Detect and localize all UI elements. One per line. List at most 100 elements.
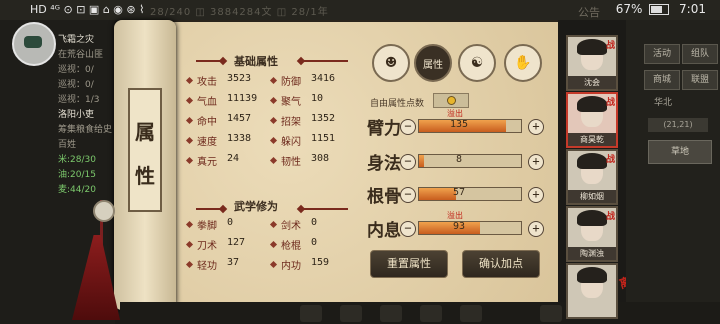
plus-button[interactable]: + — [528, 221, 544, 237]
quest-line[interactable]: 在荒谷山匪 — [58, 47, 103, 60]
character-card[interactable]: 柳如烟 战 — [566, 149, 618, 205]
stat-bar: 93 — [418, 221, 522, 235]
hotbar-slot[interactable] — [380, 305, 402, 322]
minus-button[interactable]: − — [400, 187, 416, 203]
basic-attr-value: 1338 — [227, 133, 252, 144]
quest-line[interactable]: 筹集粮食给史 — [58, 122, 112, 135]
martial-attr-value: 0 — [311, 237, 318, 248]
basic-attr-value: 1457 — [227, 113, 252, 124]
quest-line[interactable]: 洛阳小吏 — [58, 107, 94, 120]
martial-attr-value: 0 — [227, 217, 234, 228]
overflow-label: 溢出 — [447, 109, 463, 118]
character-name: 柳如烟 — [568, 190, 616, 203]
character-hair — [577, 153, 607, 169]
title-char-1: 属 — [135, 120, 155, 144]
player-avatar[interactable] — [12, 22, 56, 66]
team-button[interactable]: 组队 — [682, 44, 718, 64]
quest-line[interactable]: 巡视：0/ — [58, 77, 94, 90]
stat-bar: 135 — [418, 119, 522, 133]
tab-body[interactable]: ✋ — [504, 44, 542, 82]
stat-name: 内息 — [367, 221, 401, 241]
minus-button[interactable]: − — [400, 119, 416, 135]
free-points-label: 自由属性点数 — [370, 99, 425, 109]
title-char-2: 性 — [135, 164, 155, 188]
martial-attr-label: 刀术 — [197, 241, 217, 252]
basic-attr-label: 躲闪 — [281, 137, 301, 148]
martial-attr-value: 159 — [311, 257, 330, 268]
plus-button[interactable]: + — [528, 119, 544, 135]
plus-button[interactable]: + — [528, 154, 544, 170]
martial-attr-label: 轻功 — [197, 261, 217, 272]
battle-badge: 战 — [605, 41, 615, 51]
basic-attr-value: 1352 — [311, 113, 336, 124]
quest-line[interactable]: 油:20/15 — [58, 167, 96, 180]
martial-arts-header: 武学修为 — [234, 200, 278, 213]
header-rule-right-2 — [304, 208, 348, 210]
battle-badge: 战 — [605, 98, 615, 108]
resource-bar: 28/240 ◫ 3884284文 ◫ 28/1年 — [150, 7, 329, 18]
header-rule-right — [304, 60, 348, 62]
stat-name: 身法 — [367, 154, 401, 174]
hotbar-slot[interactable] — [540, 305, 562, 322]
basic-attr-label: 防御 — [281, 77, 301, 88]
shop-button[interactable]: 商城 — [644, 70, 680, 90]
quest-line[interactable]: 飞霜之灾 — [58, 32, 94, 45]
character-card[interactable] — [566, 263, 618, 319]
tab-taichi[interactable]: ☯ — [458, 44, 496, 82]
region-label: 华北 — [654, 98, 673, 108]
quest-line[interactable]: 巡视：1/3 — [58, 92, 100, 105]
hotbar-slot[interactable] — [300, 305, 322, 322]
basic-attr-value: 1151 — [311, 133, 336, 144]
alliance-button[interactable]: 联盟 — [682, 70, 718, 90]
activity-button[interactable]: 活动 — [644, 44, 680, 64]
clock: 7:01 — [679, 2, 706, 16]
battery-percent: 67% — [615, 2, 643, 16]
tassel-knot-icon — [93, 200, 115, 222]
right-menu-panel — [626, 20, 720, 324]
stat-value: 135 — [449, 119, 469, 130]
basic-attr-value: 24 — [227, 153, 240, 164]
tab-attributes[interactable]: 属性 — [414, 44, 452, 82]
martial-attr-label: 内功 — [281, 261, 301, 272]
character-hair — [577, 267, 607, 283]
character-card[interactable]: 陶渊浊 战 — [566, 206, 618, 262]
map-location-button[interactable]: 草地 — [648, 140, 712, 164]
character-name: 沈会 — [568, 76, 616, 89]
character-card[interactable]: 沈会 战 — [566, 35, 618, 91]
status-icons: HD ⁴ᴳ ⊙ ⊡ ▣ ⌂ ◉ ⊛ ⌇ — [30, 3, 145, 16]
character-hair — [577, 210, 607, 226]
hotbar-slot[interactable] — [340, 305, 362, 322]
basic-attr-label: 气血 — [197, 97, 217, 108]
header-rule-left — [196, 60, 220, 62]
scroll-title: 属 性 — [128, 88, 162, 212]
basic-attr-value: 10 — [311, 93, 324, 104]
martial-attr-value: 127 — [227, 237, 246, 248]
battery-icon — [649, 4, 670, 15]
character-card[interactable]: 商昊乾 战 — [566, 92, 618, 148]
basic-attr-value: 3416 — [311, 73, 336, 84]
tab-character[interactable]: ☻ — [372, 44, 410, 82]
quest-line[interactable]: 米:28/30 — [58, 152, 96, 165]
confirm-points-button[interactable]: 确认加点 — [462, 250, 540, 278]
basic-attributes-header: 基础属性 — [234, 55, 278, 68]
hotbar-slot[interactable] — [460, 305, 482, 322]
battle-badge: 战 — [605, 155, 615, 165]
quest-line[interactable]: 巡视：0/ — [58, 62, 94, 75]
stat-name: 根骨 — [367, 187, 401, 207]
coin-icon — [447, 96, 456, 105]
reset-attributes-button[interactable]: 重置属性 — [370, 250, 448, 278]
quest-line[interactable]: 百姓 — [58, 137, 76, 150]
stat-bar: 8 — [418, 154, 522, 168]
hotbar-slot[interactable] — [420, 305, 442, 322]
character-name: 陶渊浊 — [568, 247, 616, 260]
quest-line[interactable]: 麦:44/20 — [58, 182, 96, 195]
notice-button[interactable]: 公告 — [578, 4, 600, 20]
plus-button[interactable]: + — [528, 187, 544, 203]
martial-attr-label: 枪棍 — [281, 241, 301, 252]
minus-button[interactable]: − — [400, 221, 416, 237]
minus-button[interactable]: − — [400, 154, 416, 170]
basic-attr-value: 3523 — [227, 73, 252, 84]
stat-name: 臂力 — [367, 119, 401, 139]
basic-attr-label: 命中 — [197, 117, 217, 128]
status-right: 67% 7:01 — [616, 2, 706, 16]
